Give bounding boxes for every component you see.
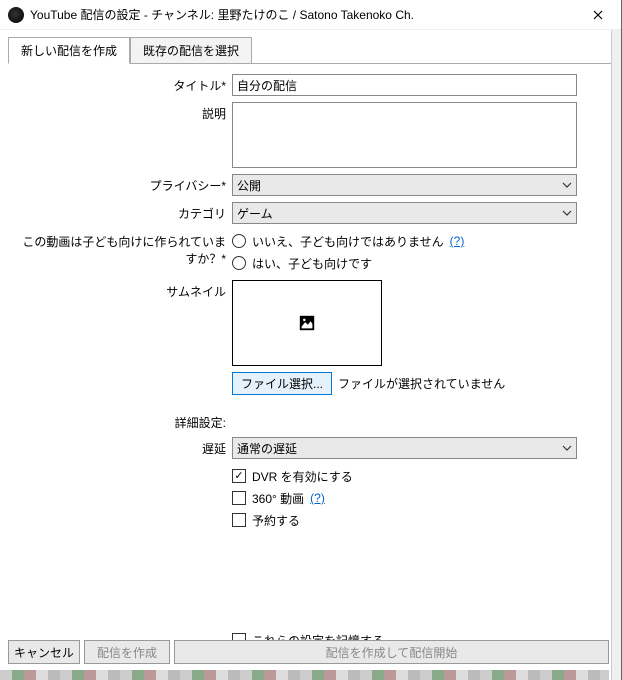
window-title: YouTube 配信の設定 - チャンネル: 里野たけのこ / Satono T…: [30, 6, 575, 23]
checkbox-icon: [232, 513, 246, 527]
radio-kids[interactable]: はい、子ども向けです: [232, 252, 372, 274]
chevron-down-icon: [562, 208, 572, 218]
category-label: カテゴリ: [14, 202, 232, 222]
help-link-kids[interactable]: (?): [450, 234, 465, 248]
scrollbar-hint: [611, 30, 621, 680]
v360-label: 360° 動画: [252, 490, 304, 507]
checkbox-icon: [232, 491, 246, 505]
tabs: 新しい配信を作成 既存の配信を選択: [8, 36, 613, 64]
kids-question-label: この動画は子ども向けに作られていますか？*: [14, 230, 232, 267]
cancel-button[interactable]: キャンセル: [8, 640, 80, 664]
radio-icon: [232, 256, 246, 270]
title-input[interactable]: [232, 74, 577, 96]
title-bar: YouTube 配信の設定 - チャンネル: 里野たけのこ / Satono T…: [0, 0, 621, 30]
description-label: 説明: [14, 102, 232, 122]
title-label: タイトル*: [14, 74, 232, 94]
description-input[interactable]: [232, 102, 577, 168]
choose-file-button[interactable]: ファイル選択...: [232, 372, 332, 395]
dvr-checkbox[interactable]: DVR を有効にする: [232, 465, 353, 487]
latency-label: 遅延: [14, 437, 232, 457]
tab-existing-broadcast[interactable]: 既存の配信を選択: [130, 37, 252, 64]
dvr-label: DVR を有効にする: [252, 468, 353, 485]
obs-icon: [8, 7, 24, 23]
thumbnail-label: サムネイル: [14, 280, 232, 300]
latency-select[interactable]: 通常の遅延: [232, 437, 577, 459]
privacy-label: プライバシー*: [14, 174, 232, 194]
chevron-down-icon: [562, 180, 572, 190]
privacy-select[interactable]: 公開: [232, 174, 577, 196]
advanced-label: 詳細設定:: [14, 411, 232, 431]
checkbox-icon: [232, 469, 246, 483]
close-button[interactable]: [575, 0, 621, 30]
form: タイトル* 説明 プライバシー* 公開 カテゴリ ゲーム: [8, 70, 613, 651]
radio-icon: [232, 234, 246, 248]
radio-not-kids-label: いいえ、子ども向けではありません: [252, 233, 444, 250]
tab-new-label: 新しい配信を作成: [21, 44, 117, 58]
v360-checkbox[interactable]: 360° 動画 (?): [232, 487, 325, 509]
category-selected-value: ゲーム: [237, 205, 273, 222]
schedule-checkbox[interactable]: 予約する: [232, 509, 300, 531]
chevron-down-icon: [562, 443, 572, 453]
image-placeholder-icon: [298, 314, 316, 332]
privacy-selected-value: 公開: [237, 177, 261, 194]
create-and-start-button[interactable]: 配信を作成して配信開始: [174, 640, 609, 664]
radio-kids-label: はい、子ども向けです: [252, 255, 372, 272]
radio-not-kids[interactable]: いいえ、子ども向けではありません (?): [232, 230, 464, 252]
button-bar: キャンセル 配信を作成 配信を作成して配信開始: [8, 640, 609, 664]
latency-selected-value: 通常の遅延: [237, 440, 297, 457]
help-link-360[interactable]: (?): [310, 491, 325, 505]
file-chosen-text: ファイルが選択されていません: [338, 375, 505, 392]
thumbnail-preview: [232, 280, 382, 366]
create-broadcast-button[interactable]: 配信を作成: [84, 640, 170, 664]
tab-new-broadcast[interactable]: 新しい配信を作成: [8, 37, 130, 64]
background-strip: [0, 670, 609, 680]
dialog-body: 新しい配信を作成 既存の配信を選択 タイトル* 説明 プライバシー* 公開 カテ…: [0, 30, 621, 651]
schedule-label: 予約する: [252, 512, 300, 529]
close-icon: [593, 10, 603, 20]
category-select[interactable]: ゲーム: [232, 202, 577, 224]
tab-existing-label: 既存の配信を選択: [143, 44, 239, 58]
